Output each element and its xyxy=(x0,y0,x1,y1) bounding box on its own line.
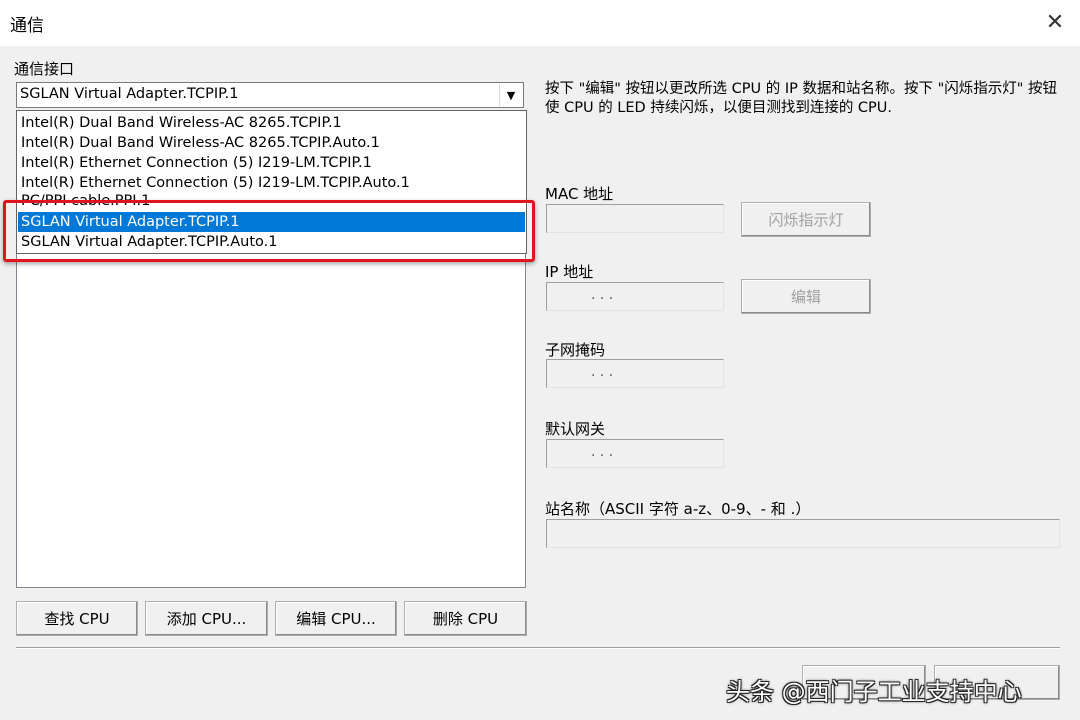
interface-label: 通信接口 xyxy=(14,60,75,78)
subnet-field: . . . xyxy=(546,359,724,388)
dropdown-option[interactable]: Intel(R) Ethernet Connection (5) I219-LM… xyxy=(18,153,525,173)
ip-field: . . . xyxy=(546,282,724,311)
gateway-label: 默认网关 xyxy=(545,420,606,438)
title-bar: 通信 ✕ xyxy=(0,0,1080,46)
station-name-field xyxy=(546,519,1060,548)
footer-divider xyxy=(16,647,1060,649)
interface-combobox[interactable]: SGLAN Virtual Adapter.TCPIP.1 ▼ xyxy=(16,82,524,108)
gateway-dots: . . . xyxy=(591,444,614,460)
gateway-field: . . . xyxy=(546,439,724,468)
ip-dots: . . . xyxy=(591,287,614,303)
chevron-down-icon[interactable]: ▼ xyxy=(499,84,522,106)
edit-cpu-button[interactable]: 编辑 CPU... xyxy=(275,601,397,636)
close-icon[interactable]: ✕ xyxy=(1038,6,1072,38)
window-title: 通信 xyxy=(10,16,44,36)
mac-field xyxy=(546,204,724,233)
edit-button[interactable]: 编辑 xyxy=(741,279,871,314)
interface-selected-value: SGLAN Virtual Adapter.TCPIP.1 xyxy=(20,86,239,102)
delete-cpu-button[interactable]: 删除 CPU xyxy=(404,601,527,636)
flash-led-button[interactable]: 闪烁指示灯 xyxy=(741,202,871,237)
dropdown-option[interactable]: Intel(R) Dual Band Wireless-AC 8265.TCPI… xyxy=(18,133,525,153)
watermark-text: 头条 @西门子工业支持中心 xyxy=(726,678,1022,706)
find-cpu-button[interactable]: 查找 CPU xyxy=(16,601,138,636)
ip-label: IP 地址 xyxy=(545,263,594,281)
dropdown-option[interactable]: Intel(R) Ethernet Connection (5) I219-LM… xyxy=(18,173,525,193)
station-name-label: 站名称（ASCII 字符 a-z、0-9、- 和 .） xyxy=(545,500,811,518)
mac-label: MAC 地址 xyxy=(545,185,614,203)
dropdown-option[interactable]: Intel(R) Dual Band Wireless-AC 8265.TCPI… xyxy=(18,113,525,133)
subnet-dots: . . . xyxy=(591,364,614,380)
subnet-label: 子网掩码 xyxy=(545,341,606,359)
instructions-text: 按下 "编辑" 按钮以更改所选 CPU 的 IP 数据和站名称。按下 "闪烁指示… xyxy=(545,81,1058,116)
annotation-highlight-box xyxy=(3,200,535,262)
add-cpu-button[interactable]: 添加 CPU... xyxy=(145,601,268,636)
